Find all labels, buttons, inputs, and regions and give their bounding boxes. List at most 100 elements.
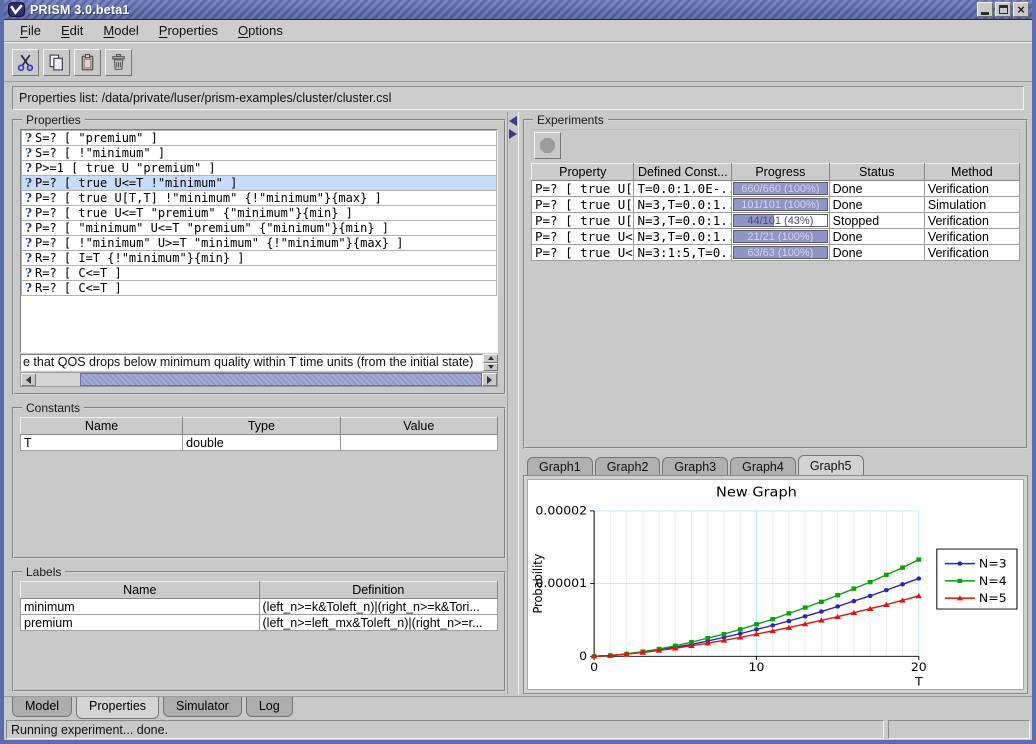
svg-text:N=3: N=3 [979,557,1007,570]
property-row[interactable]: ?P=? [ "minimum" U<=T "premium" {"minimu… [21,220,497,236]
scroll-right-button[interactable] [482,373,497,386]
experiment-row[interactable]: P=? [ true U<...N=3:1:5,T=0...63/63 (100… [532,245,1020,261]
spinner-up-button[interactable] [483,354,498,363]
divider-collapse-right-icon[interactable] [509,129,517,139]
scroll-left-button[interactable] [21,373,36,386]
table-cell: premium [21,615,260,631]
tab-graph2[interactable]: Graph2 [595,457,661,475]
paste-icon [78,53,97,72]
property-row[interactable]: ?P=? [ true U<=T !"minimum" ] [21,175,497,191]
experiments-grid: PropertyDefined Const...ProgressStatusMe… [531,163,1020,261]
close-button[interactable]: × [1013,2,1029,17]
label-row[interactable]: premium(left_n>=left_mx&Toleft_n)|(right… [21,615,498,631]
labels-panel: Labels NameDefinitionminimum(left_n>=k&T… [12,571,506,692]
experiment-row[interactable]: P=? [ true U[T...T=0.0:1.0E-...660/660 (… [532,181,1020,197]
property-text: P=? [ true U<=T !"minimum" ] [35,176,237,190]
experiment-row[interactable]: P=? [ true U<...N=3,T=0.0:1...21/21 (100… [532,229,1020,245]
delete-button[interactable] [105,49,132,76]
property-row[interactable]: ?P=? [ !"minimum" U>=T "minimum" {!"mini… [21,235,497,251]
menu-file[interactable]: File [12,21,51,40]
comment-spinner [483,354,498,371]
title-bar[interactable]: PRISM 3.0.beta1 × [4,0,1032,20]
question-icon: ? [22,176,35,190]
question-icon: ? [22,161,35,175]
tab-graph1[interactable]: Graph1 [527,457,593,475]
cut-button[interactable] [12,49,39,76]
svg-text:0.00002: 0.00002 [535,504,587,517]
column-header[interactable]: Name [21,418,183,435]
tab-model[interactable]: Model [12,697,72,717]
comment-horizontal-scrollbar[interactable] [20,372,498,387]
column-header[interactable]: Defined Const... [634,164,732,181]
column-header[interactable]: Progress [732,164,830,181]
menu-edit[interactable]: Edit [53,21,93,40]
property-row[interactable]: ?P=? [ true U<=T "premium" {"minimum"}{m… [21,205,497,221]
column-header[interactable]: Type [183,418,340,435]
column-header[interactable]: Definition [259,582,498,599]
scissors-icon [16,53,35,72]
table-cell: (left_n>=left_mx&Toleft_n)|(right_n>=r..… [259,615,498,631]
property-comment-field[interactable]: e that QOS drops below minimum quality w… [20,354,483,371]
tab-log[interactable]: Log [246,697,293,717]
column-header[interactable]: Property [532,164,634,181]
menu-options[interactable]: Options [230,21,293,40]
spinner-down-button[interactable] [483,363,498,372]
progress-text: 44/101 (43%) [734,215,827,226]
copy-button[interactable] [43,49,70,76]
menu-properties[interactable]: Properties [151,21,228,40]
property-row[interactable]: ?S=? [ !"minimum" ] [21,145,497,161]
label-row[interactable]: minimum(left_n>=k&Toleft_n)|(right_n>=k&… [21,599,498,615]
experiment-row[interactable]: P=? [ true U[T...N=3,T=0.0:1...101/101 (… [532,197,1020,213]
paste-button[interactable] [74,49,101,76]
stop-experiment-button[interactable] [534,132,561,159]
property-row[interactable]: ?R=? [ I=T {!"minimum"}{min} ] [21,250,497,266]
arrow-right-icon [487,376,492,384]
property-text: P=? [ "minimum" U<=T "premium" {"minimum… [35,221,389,235]
progress-bar: 660/660 (100%) [733,182,828,195]
properties-list-path: Properties list: /data/private/luser/pri… [12,86,1024,110]
experiment-row[interactable]: P=? [ true U[T...N=3,T=0.0:1...44/101 (4… [532,213,1020,229]
menu-model[interactable]: Model [95,21,148,40]
tab-graph5[interactable]: Graph5 [798,455,864,475]
minimize-button[interactable] [977,2,993,17]
column-header[interactable]: Status [829,164,924,181]
column-header[interactable]: Name [21,582,260,599]
labels-table: NameDefinitionminimum(left_n>=k&Toleft_n… [20,581,498,631]
experiment-progress-cell: 44/101 (43%) [732,213,830,229]
property-row[interactable]: ?R=? [ C<=T ] [21,265,497,281]
right-column: Experiments PropertyDefined Const...Prog… [523,112,1028,694]
experiment-status-cell: Done [829,181,924,197]
tab-simulator[interactable]: Simulator [163,697,242,717]
constant-row[interactable]: Tdouble [21,435,498,451]
property-row[interactable]: ?P=? [ true U[T,T] !"minimum" {!"minimum… [21,190,497,206]
properties-panel: Properties ?S=? [ "premium" ]?S=? [ !"mi… [12,119,506,395]
tab-properties[interactable]: Properties [76,697,159,719]
property-row[interactable]: ?P>=1 [ true U "premium" ] [21,160,497,176]
question-icon: ? [22,206,35,220]
tab-graph4[interactable]: Graph4 [730,457,796,475]
property-text: P=? [ true U<=T "premium" {"minimum"}{mi… [35,206,353,220]
property-row[interactable]: ?S=? [ "premium" ] [21,130,497,146]
split-divider[interactable] [507,112,519,694]
progress-bar: 101/101 (100%) [733,198,828,211]
tab-graph3[interactable]: Graph3 [662,457,728,475]
svg-text:New Graph: New Graph [716,485,797,500]
column-header[interactable]: Value [340,418,497,435]
maximize-button[interactable] [995,2,1011,17]
constants-panel: Constants NameTypeValueTdouble [12,407,506,559]
status-bar: Running experiment... done. [4,719,1032,740]
question-icon: ? [22,251,35,265]
experiment-status-cell: Done [829,229,924,245]
properties-list[interactable]: ?S=? [ "premium" ]?S=? [ !"minimum" ]?P>… [20,129,498,353]
experiments-panel-title: Experiments [533,113,608,127]
window-title: PRISM 3.0.beta1 [30,3,975,17]
arrow-up-icon [488,356,494,360]
progress-text: 21/21 (100%) [734,231,827,242]
column-header[interactable]: Method [924,164,1019,181]
property-text: R=? [ C<=T ] [35,266,122,280]
property-row[interactable]: ?R=? [ C<=T ] [21,280,497,296]
divider-collapse-left-icon[interactable] [509,116,517,126]
property-text: R=? [ C<=T ] [35,281,122,295]
scrollbar-thumb[interactable] [80,373,482,386]
property-text: R=? [ I=T {!"minimum"}{min} ] [35,251,245,265]
